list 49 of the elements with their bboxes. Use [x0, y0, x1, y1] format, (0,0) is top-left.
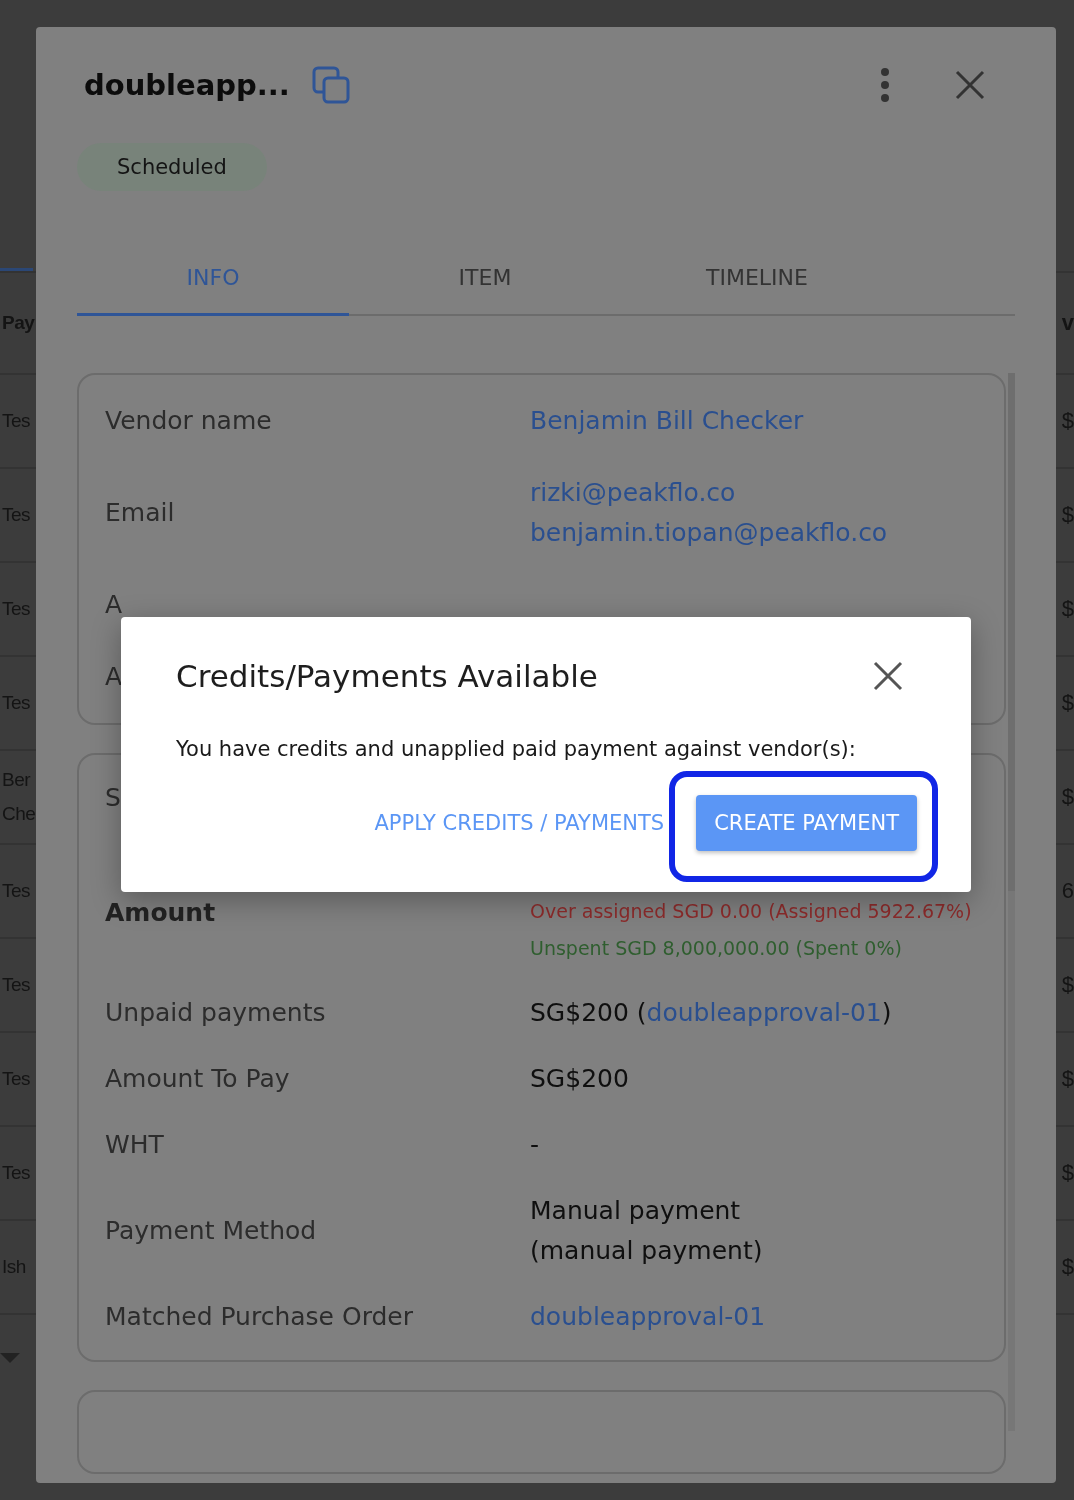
table-cell-text: $: [1060, 596, 1074, 622]
kebab-menu-icon: [880, 68, 890, 102]
link[interactable]: benjamin.tiopan@peakflo.co: [530, 513, 888, 553]
table-cell-text: $: [1060, 1160, 1074, 1186]
field-label: S: [105, 782, 121, 814]
field-value: (manual payment): [530, 1235, 763, 1267]
tab[interactable]: INFO: [77, 241, 349, 316]
link[interactable]: doubleapproval-01: [646, 998, 882, 1027]
drawer-title: doubleapp...: [83, 68, 290, 102]
link[interactable]: doubleapproval-01: [530, 1297, 766, 1337]
field-label: Unpaid payments: [105, 997, 326, 1029]
copy-button[interactable]: [311, 66, 350, 104]
primary-button[interactable]: CREATE PAYMENT: [696, 795, 917, 852]
more-button[interactable]: [880, 68, 890, 102]
field-label: Amount: [105, 897, 216, 929]
link[interactable]: rizki@peakflo.co: [530, 473, 888, 513]
field-label: A: [105, 661, 123, 693]
field-value: Over assigned SGD 0.00 (Assigned 5922.67%): [530, 899, 972, 924]
field-label: Payment Method: [105, 1215, 317, 1247]
dialog-message: You have credits and unapplied paid payment against vendor(s):: [176, 737, 857, 762]
link[interactable]: Benjamin Bill Checker: [530, 401, 804, 441]
field-label: A: [105, 589, 123, 621]
copy-icon: [311, 66, 350, 104]
table-cell-text: $: [1060, 408, 1074, 434]
table-cell-text: $: [1060, 784, 1074, 810]
field-label: Email: [105, 497, 175, 529]
close-button[interactable]: [873, 661, 903, 691]
field-value: Manual payment: [530, 1195, 742, 1227]
table-cell-text: $: [1060, 502, 1074, 528]
field-label: WHT: [105, 1129, 164, 1161]
field-label: Matched Purchase Order: [105, 1301, 413, 1333]
close-icon: [873, 661, 903, 691]
status-chip: Scheduled: [77, 143, 267, 191]
table-cell-text: $: [1060, 972, 1074, 998]
table-cell-text: $: [1060, 690, 1074, 716]
tab[interactable]: TIMELINE: [621, 241, 893, 316]
field-value: SG$200 (doubleapproval-01): [530, 997, 892, 1029]
field-value: -: [530, 1129, 540, 1161]
dialog-title: Credits/Payments Available: [176, 658, 598, 694]
field-label: Vendor name: [105, 405, 272, 437]
field-value: Unspent SGD 8,000,000.00 (Spent 0%): [530, 936, 903, 961]
close-button[interactable]: [955, 70, 985, 100]
close-icon: [955, 70, 985, 100]
tab[interactable]: ITEM: [349, 241, 621, 316]
caret-down-icon: [0, 1353, 20, 1363]
field-label: Amount To Pay: [105, 1063, 290, 1095]
table-cell-text: $: [1060, 1066, 1074, 1092]
field-value: SG$200: [530, 1063, 629, 1095]
table-cell-text: $: [1060, 1254, 1074, 1280]
